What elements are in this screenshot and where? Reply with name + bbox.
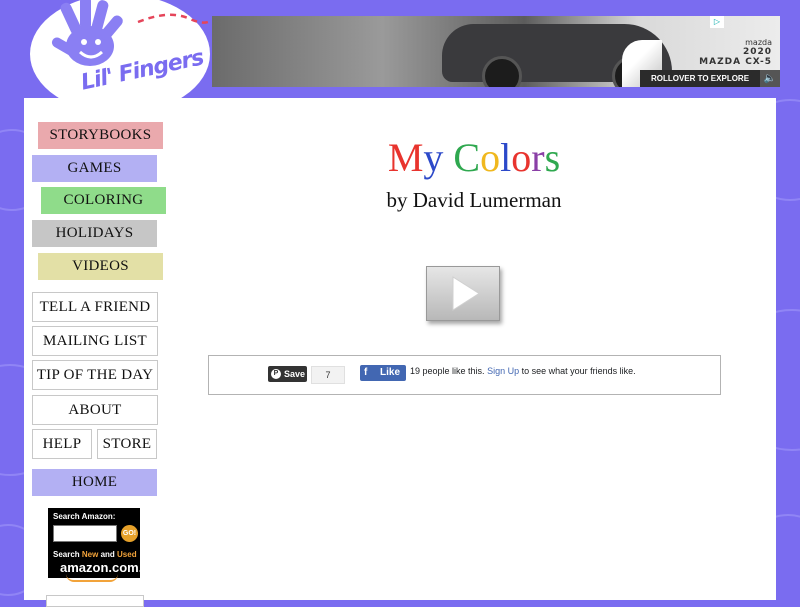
title-letter: r — [531, 135, 545, 180]
title-letter: s — [544, 135, 561, 180]
title-letter: y — [423, 135, 444, 180]
ad-brand-name: mazda — [745, 38, 772, 47]
title-letter: C — [453, 135, 481, 180]
ad-rollover-label[interactable]: ROLLOVER TO EXPLORE — [640, 70, 760, 87]
amazon-tagline: Search New and Used — [53, 550, 137, 559]
nav-partial-box[interactable] — [46, 595, 144, 607]
facebook-signup-link[interactable]: Sign Up — [487, 366, 519, 376]
nav-holidays[interactable]: HOLIDAYS — [32, 220, 157, 247]
amazon-logo[interactable]: amazon.com. — [60, 560, 142, 575]
nav-tell-a-friend[interactable]: TELL A FRIEND — [32, 292, 158, 322]
amazon-go-button[interactable]: GO! — [121, 525, 138, 542]
nav-tip-of-the-day[interactable]: TIP OF THE DAY — [32, 360, 158, 390]
nav-videos[interactable]: VIDEOS — [38, 253, 163, 280]
nav-home[interactable]: HOME — [32, 469, 157, 496]
title-letter: o — [480, 135, 501, 180]
pinterest-count: 7 — [311, 366, 345, 384]
adchoices-icon[interactable]: ▷ — [710, 16, 724, 28]
facebook-like-button[interactable]: f Like — [360, 365, 406, 381]
nav-about[interactable]: ABOUT — [32, 395, 158, 425]
facebook-tail-text: to see what your friends like. — [521, 366, 636, 376]
ad-model-name: MAZDA CX-5 — [699, 57, 772, 67]
facebook-icon: f — [364, 367, 368, 378]
amazon-search-widget: Search Amazon: GO! Search New and Used a… — [48, 508, 142, 582]
nav-store[interactable]: STORE — [97, 429, 157, 459]
title-letter: l — [500, 135, 512, 180]
nav-games[interactable]: GAMES — [32, 155, 157, 182]
ad-sound-icon[interactable]: 🔈 — [760, 70, 780, 87]
amazon-search-input[interactable] — [53, 525, 117, 542]
play-button[interactable] — [426, 266, 500, 321]
pinterest-icon: P — [271, 369, 281, 379]
page-title: My Colors — [204, 134, 744, 182]
mazda-ad-banner[interactable]: ▷ mazda 2020 MAZDA CX-5 ROLLOVER TO EXPL… — [212, 16, 780, 87]
byline: by David Lumerman — [386, 188, 562, 212]
amazon-search-label: Search Amazon: — [53, 512, 116, 521]
pinterest-save-button[interactable]: P Save — [268, 366, 307, 382]
facebook-like-label: Like — [380, 367, 401, 378]
play-icon — [452, 276, 480, 311]
site-logo[interactable]: Lil' Fingers — [28, 0, 218, 114]
page-container: Lil' Fingers ▷ mazda 2020 MAZDA CX-5 ROL… — [24, 0, 780, 607]
amazon-smile-icon — [66, 574, 118, 582]
social-share-bar: P Save 7 f Like 19 people like this. Sig… — [208, 355, 721, 395]
ad-brand-block: mazda 2020 MAZDA CX-5 — [680, 38, 772, 67]
facebook-count-text: 19 people like this. — [410, 366, 485, 376]
title-letter: o — [511, 135, 532, 180]
nav-help[interactable]: HELP — [32, 429, 92, 459]
nav-storybooks[interactable]: STORYBOOKS — [38, 122, 163, 149]
nav-coloring[interactable]: COLORING — [41, 187, 166, 214]
title-letter: M — [387, 135, 424, 180]
facebook-like-text: 19 people like this. Sign Up to see what… — [410, 366, 636, 376]
nav-mailing-list[interactable]: MAILING LIST — [32, 326, 158, 356]
ad-model-year: 2020 — [742, 47, 772, 57]
title-letter — [443, 134, 453, 182]
pinterest-save-label: Save — [284, 369, 306, 379]
